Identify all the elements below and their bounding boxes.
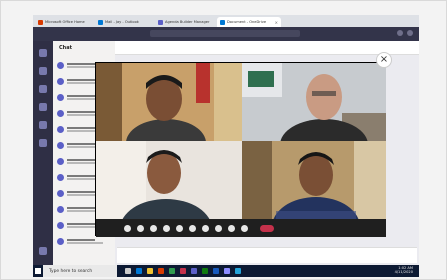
- participants-icon[interactable]: [202, 224, 209, 232]
- raise-hand-icon[interactable]: [176, 224, 183, 232]
- video-tile-participant-3: [96, 141, 242, 219]
- tab-title: Agenda Builder Manager: [165, 20, 210, 24]
- taskbar-search-input[interactable]: Type here to search: [43, 265, 117, 277]
- screenshot-frame: Microsoft Office Home Mail - Jay - Outlo…: [0, 0, 447, 280]
- files-icon[interactable]: [39, 139, 47, 147]
- calendar-icon[interactable]: [39, 103, 47, 111]
- avatar: [57, 61, 64, 69]
- reactions-icon[interactable]: [215, 224, 222, 232]
- taskbar-apps: [125, 268, 241, 274]
- title-bar-actions: [397, 30, 413, 36]
- avatar: [57, 125, 64, 133]
- word-icon[interactable]: [213, 268, 219, 274]
- participant-video: [242, 63, 386, 141]
- tab-outlook[interactable]: Mail - Jay - Outlook: [95, 17, 153, 27]
- avatar: [57, 189, 64, 197]
- close-call-button[interactable]: ×: [376, 52, 392, 68]
- chat-panel-title: Chat: [59, 45, 72, 51]
- teams-icon[interactable]: [191, 268, 197, 274]
- onedrive-icon: [220, 19, 225, 25]
- tab-title: Mail - Jay - Outlook: [105, 20, 139, 24]
- participant-video: [96, 63, 242, 141]
- teams-app-rail: [33, 41, 53, 265]
- avatar: [57, 173, 64, 181]
- tab-title: Document - OneDrive: [227, 20, 267, 24]
- calls-icon[interactable]: [39, 121, 47, 129]
- conversation-header: [115, 41, 419, 55]
- office-icon: [38, 19, 43, 25]
- video-tile-participant-1: [96, 63, 242, 141]
- layout-icon[interactable]: [228, 224, 235, 232]
- app-icon[interactable]: [224, 268, 230, 274]
- app-icon[interactable]: [180, 268, 186, 274]
- more-options-icon[interactable]: [163, 224, 170, 232]
- chat-icon[interactable]: [39, 67, 47, 75]
- windows-taskbar: Type here to search 1:02 AM 4/11/2020: [33, 265, 419, 277]
- edge-icon[interactable]: [136, 268, 142, 274]
- video-tile-participant-2: [242, 63, 386, 141]
- outlook-icon: [98, 19, 103, 25]
- tab-office-home[interactable]: Microsoft Office Home: [35, 17, 93, 27]
- activity-icon[interactable]: [39, 49, 47, 57]
- search-placeholder: Type here to search: [49, 268, 93, 274]
- tab-onedrive[interactable]: Document - OneDrive ×: [217, 17, 281, 27]
- avatar: [57, 157, 64, 165]
- chrome-icon[interactable]: [169, 268, 175, 274]
- avatar: [57, 221, 64, 229]
- compose-box[interactable]: [117, 247, 417, 263]
- video-tile-participant-4: [242, 141, 386, 219]
- avatar: [57, 93, 64, 101]
- settings-icon[interactable]: [241, 224, 248, 232]
- tab-close-icon[interactable]: ×: [275, 20, 278, 25]
- tab-agenda[interactable]: Agenda Builder Manager: [155, 17, 215, 27]
- teams-search-input[interactable]: [150, 30, 300, 37]
- windows-icon: [35, 268, 41, 274]
- avatar: [57, 109, 64, 117]
- close-icon: ×: [379, 54, 389, 65]
- system-tray[interactable]: 1:02 AM 4/11/2020: [394, 266, 419, 275]
- participant-video: [242, 141, 386, 219]
- folder-icon[interactable]: [147, 268, 153, 274]
- avatar[interactable]: [407, 30, 413, 36]
- avatar: [57, 237, 64, 245]
- chat-icon[interactable]: [189, 224, 196, 232]
- excel-icon[interactable]: [202, 268, 208, 274]
- start-button[interactable]: [33, 265, 43, 277]
- clock-date: 4/11/2020: [394, 270, 413, 274]
- video-toggle-icon[interactable]: [124, 224, 131, 232]
- teams-icon[interactable]: [39, 85, 47, 93]
- share-screen-icon[interactable]: [150, 224, 157, 232]
- help-icon[interactable]: [39, 247, 47, 255]
- avatar: [57, 141, 64, 149]
- call-controls: [96, 219, 386, 237]
- hang-up-button[interactable]: [260, 224, 274, 232]
- participant-video: [96, 141, 242, 219]
- avatar: [57, 77, 64, 85]
- more-options-icon[interactable]: [397, 30, 403, 36]
- microphone-icon[interactable]: [137, 224, 144, 232]
- video-call-window: [95, 62, 386, 237]
- teams-icon: [158, 19, 163, 25]
- office-icon[interactable]: [158, 268, 164, 274]
- browser-tab-bar: Microsoft Office Home Mail - Jay - Outlo…: [33, 15, 419, 27]
- app-icon[interactable]: [235, 268, 241, 274]
- task-view-icon[interactable]: [125, 268, 131, 274]
- avatar: [57, 205, 64, 213]
- tab-title: Microsoft Office Home: [45, 20, 85, 24]
